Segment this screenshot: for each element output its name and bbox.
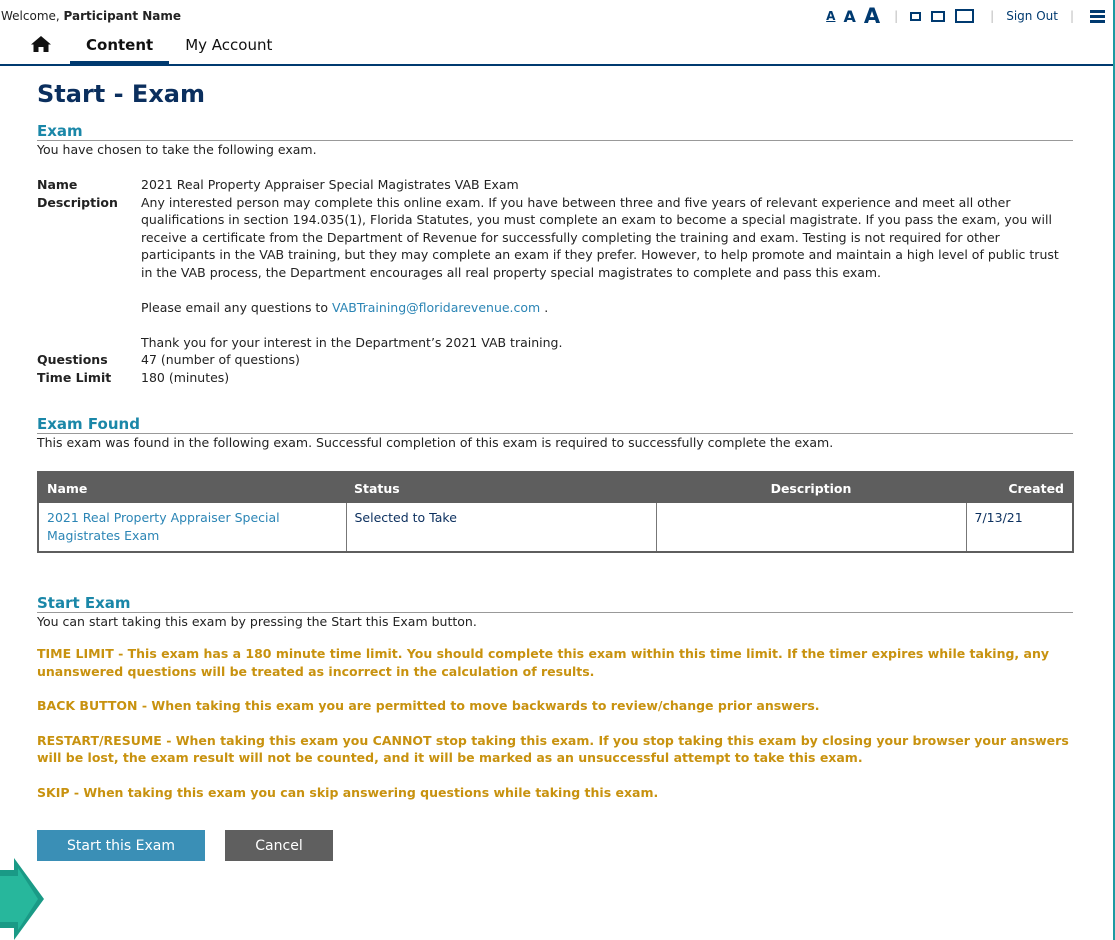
- layout-narrow-icon[interactable]: [910, 11, 922, 21]
- font-size-large-button[interactable]: A: [864, 4, 880, 28]
- email-link[interactable]: VABTraining@floridarevenue.com: [332, 300, 540, 315]
- exam-found-intro: This exam was found in the following exa…: [37, 435, 834, 450]
- exam-name-link[interactable]: 2021 Real Property Appraiser Special Mag…: [38, 503, 347, 552]
- arrow-pointer-icon: [0, 858, 44, 940]
- welcome-text: Welcome, Participant Name: [1, 9, 181, 23]
- exam-description-block: Any interested person may complete this …: [141, 194, 1073, 352]
- tab-content[interactable]: Content: [70, 32, 170, 64]
- action-buttons: Start this Exam Cancel: [37, 830, 1073, 861]
- exam-section: Exam You have chosen to take the followi…: [37, 123, 1073, 386]
- exam-details: Name 2021 Real Property Appraiser Specia…: [37, 176, 1073, 386]
- table-header: Name Status Description Created: [38, 472, 1073, 503]
- time-limit-label: Time Limit: [37, 369, 112, 385]
- main-nav: Content My Account: [0, 32, 1113, 66]
- sign-out-link[interactable]: Sign Out: [1006, 9, 1058, 23]
- column-header-created: Created: [966, 472, 1073, 503]
- skip-warning: SKIP - When taking this exam you can ski…: [37, 784, 659, 800]
- table-row: 2021 Real Property Appraiser Special Mag…: [38, 503, 1073, 552]
- layout-medium-icon[interactable]: [931, 10, 946, 22]
- column-header-status: Status: [346, 472, 656, 503]
- exam-heading: Exam: [37, 123, 1073, 141]
- thanks-text: Thank you for your interest in the Depar…: [141, 334, 563, 350]
- font-size-medium-button[interactable]: A: [843, 7, 855, 26]
- column-header-description: Description: [656, 472, 966, 503]
- page-title: Start - Exam: [37, 80, 206, 108]
- user-name: Participant Name: [63, 9, 182, 23]
- exam-description: Any interested person may complete this …: [141, 194, 1059, 280]
- time-limit-value: 180 (minutes): [141, 369, 230, 385]
- divider: |: [990, 9, 995, 23]
- start-exam-intro: You can start taking this exam by pressi…: [37, 614, 477, 629]
- divider: |: [894, 9, 899, 23]
- page: Welcome, Participant Name A A A | | Sign…: [0, 0, 1113, 940]
- exam-found-heading: Exam Found: [37, 416, 1073, 434]
- restart-resume-warning: RESTART/RESUME - When taking this exam y…: [37, 732, 1069, 766]
- main-content: Start - Exam Exam You have chosen to tak…: [0, 80, 1113, 861]
- hamburger-menu-icon[interactable]: [1090, 9, 1105, 23]
- start-exam-heading: Start Exam: [37, 595, 1073, 613]
- questions-label: Questions: [37, 352, 108, 367]
- exam-found-table: Name Status Description Created 2021 Rea…: [37, 471, 1074, 553]
- exam-intro: You have chosen to take the following ex…: [37, 142, 317, 157]
- name-label: Name: [37, 177, 78, 192]
- top-right-tools: A A A | | Sign Out |: [826, 4, 1105, 28]
- top-bar: Welcome, Participant Name A A A | | Sign…: [0, 0, 1113, 32]
- font-size-small-button[interactable]: A: [826, 9, 835, 23]
- cancel-button[interactable]: Cancel: [225, 830, 333, 861]
- welcome-prefix: Welcome,: [1, 9, 64, 23]
- start-exam-section: Start Exam You can start taking this exa…: [37, 595, 1073, 861]
- email-prefix: Please email any questions to: [141, 299, 332, 315]
- home-icon[interactable]: [28, 32, 56, 58]
- exam-created-date: 7/13/21: [974, 510, 1023, 525]
- description-label: Description: [37, 194, 118, 210]
- tab-my-account[interactable]: My Account: [169, 32, 288, 64]
- column-header-name: Name: [38, 472, 346, 503]
- email-line: Please email any questions to VABTrainin…: [141, 299, 1073, 317]
- time-limit-warning: TIME LIMIT - This exam has a 180 minute …: [37, 646, 1049, 679]
- back-button-warning: BACK BUTTON - When taking this exam you …: [37, 698, 820, 713]
- exam-row-description: [656, 503, 967, 552]
- exam-name: 2021 Real Property Appraiser Special Mag…: [141, 177, 519, 192]
- email-suffix: .: [540, 299, 549, 315]
- start-exam-button[interactable]: Start this Exam: [37, 830, 205, 861]
- divider: |: [1069, 9, 1074, 23]
- exam-found-section: Exam Found This exam was found in the fo…: [37, 416, 1074, 553]
- questions-value: 47 (number of questions): [141, 352, 300, 367]
- exam-status: Selected to Take: [346, 503, 657, 552]
- layout-wide-icon[interactable]: [955, 9, 975, 23]
